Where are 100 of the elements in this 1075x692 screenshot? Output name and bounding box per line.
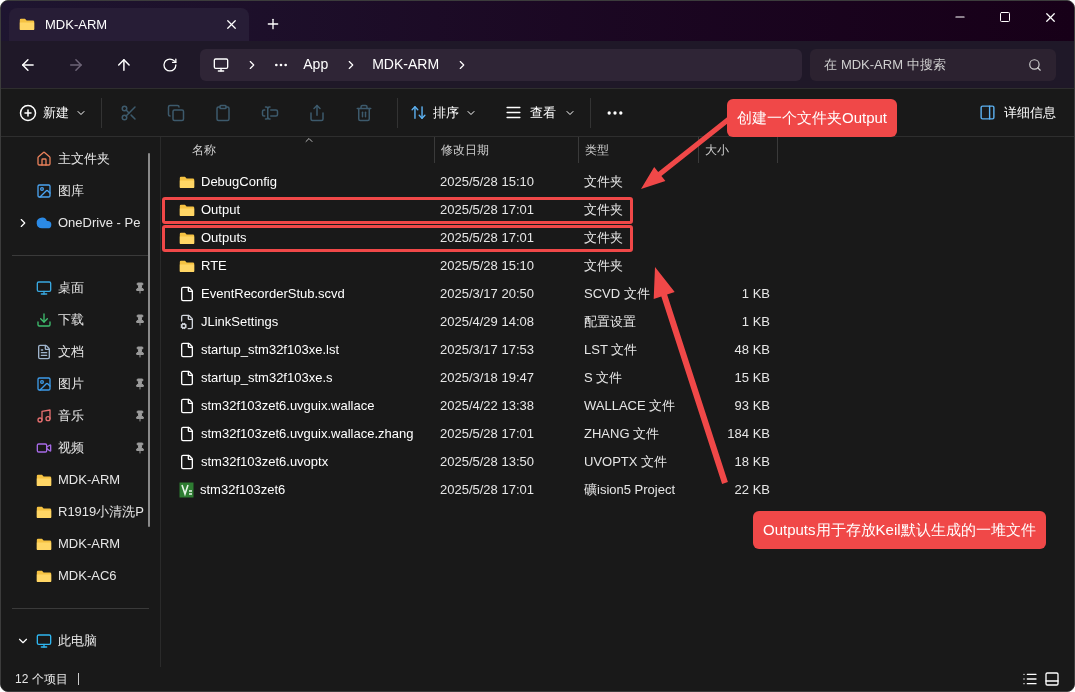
file-name[interactable]: stm32f103zet6.uvguix.wallace — [201, 396, 375, 416]
sidebar-item[interactable]: 主文件夹 — [1, 143, 160, 175]
view-icon — [505, 104, 522, 121]
table-cell-text: 2025/5/28 17:01 — [439, 425, 535, 444]
home-icon — [36, 151, 52, 167]
sidebar-item[interactable]: MDK-AC6 — [1, 560, 160, 592]
folder-icon — [36, 505, 52, 519]
new-tab-icon[interactable] — [265, 16, 281, 32]
view-button[interactable]: 查看 — [505, 102, 576, 123]
sidebar-item[interactable]: OneDrive - Pe — [1, 207, 160, 239]
sidebar-item[interactable]: 图库 — [1, 175, 160, 207]
settings-file-icon — [179, 314, 195, 330]
close-tab-icon[interactable] — [224, 17, 239, 32]
table-cell-text: 文件夹 — [583, 229, 624, 248]
file-name[interactable]: stm32f103zet6 — [200, 480, 286, 500]
details-view-icon[interactable] — [1022, 671, 1038, 687]
file-name[interactable]: DebugConfig — [201, 172, 277, 192]
sidebar-item[interactable]: 文档 — [1, 336, 160, 368]
table-cell-text: 2025/4/29 14:08 — [439, 313, 535, 332]
table-cell-text: 文件夹 — [583, 201, 624, 220]
table-cell-text: 配置设置 — [583, 313, 637, 332]
column-header[interactable]: 名称 — [172, 137, 434, 163]
sidebar-item[interactable]: 图片 — [1, 368, 160, 400]
sidebar-item[interactable]: 音乐 — [1, 400, 160, 432]
file-name[interactable]: stm32f103zet6.uvguix.wallace.zhang — [201, 424, 414, 444]
sort-icon — [410, 104, 427, 121]
file-icon — [179, 370, 195, 386]
callout: Outputs用于存放Keil默认生成的一堆文件 — [753, 511, 1046, 549]
table-cell-text: 1 KB — [740, 313, 771, 332]
table-cell-text: 2025/5/28 15:10 — [439, 257, 535, 276]
table-cell-text: 48 KB — [733, 341, 771, 360]
table-cell-text: 2025/3/17 17:53 — [439, 341, 535, 360]
table-cell-text: 文件夹 — [583, 257, 624, 276]
folder-icon — [179, 259, 195, 273]
details-button[interactable]: 详细信息 — [979, 102, 1056, 123]
file-name[interactable]: EventRecorderStub.scvd — [201, 284, 345, 304]
file-icon — [179, 286, 195, 302]
table-cell-text: 2025/5/28 17:01 — [439, 229, 535, 248]
gallery-icon — [36, 183, 52, 199]
file-name[interactable]: Output — [201, 200, 241, 220]
table-cell-text: 15 KB — [733, 369, 771, 388]
address-bar[interactable]: App MDK-ARM — [200, 48, 803, 81]
plus-icon — [19, 103, 37, 122]
cloud-icon — [36, 215, 52, 231]
file-name[interactable]: startup_stm32f103xe.s — [201, 368, 333, 388]
desktop-icon — [36, 280, 52, 296]
table-cell-text: SCVD 文件 — [583, 285, 651, 304]
sidebar-item[interactable]: R1919小清洗P — [1, 496, 160, 528]
file-icon — [179, 454, 195, 470]
breadcrumb[interactable]: MDK-ARM — [372, 54, 440, 75]
sidebar-item[interactable]: 视频 — [1, 432, 160, 464]
sidebar-item[interactable]: 此电脑 — [1, 625, 160, 657]
search-icon[interactable] — [1028, 57, 1042, 72]
breadcrumb[interactable]: App — [303, 54, 329, 75]
table-cell-text: WALLACE 文件 — [583, 397, 677, 416]
table-cell-text: 2025/3/17 20:50 — [439, 285, 535, 304]
folder-icon — [36, 569, 52, 583]
folder-icon — [179, 231, 195, 245]
picture-icon — [36, 376, 52, 392]
details-pane-icon — [979, 104, 996, 121]
folder-icon — [179, 203, 195, 217]
file-icon — [179, 342, 195, 358]
table-cell-text: 22 KB — [733, 481, 771, 500]
sidebar-item[interactable]: 桌面 — [1, 272, 160, 304]
sidebar-item[interactable]: MDK-ARM — [1, 464, 160, 496]
callout: 创建一个文件夹Output — [727, 99, 898, 137]
table-cell-text: 2025/3/18 19:47 — [439, 369, 535, 388]
table-cell-text: 184 KB — [726, 425, 771, 444]
file-icon — [179, 426, 195, 442]
scrollbar[interactable] — [148, 153, 150, 527]
table-cell-text: 1 KB — [740, 285, 771, 304]
document-icon — [36, 344, 52, 360]
sort-button[interactable]: 排序 — [410, 102, 477, 123]
refresh-icon[interactable] — [162, 56, 179, 73]
table-cell-text: S 文件 — [583, 369, 624, 388]
new-button[interactable]: 新建 — [19, 102, 87, 123]
sidebar-item[interactable]: 下载 — [1, 304, 160, 336]
table-cell-text: 2025/5/28 15:10 — [439, 173, 535, 192]
search-box[interactable]: 在 MDK-ARM 中搜索 — [810, 48, 1056, 81]
file-name[interactable]: stm32f103zet6.uvoptx — [201, 452, 329, 472]
table-cell-text: 2025/5/28 17:01 — [439, 201, 535, 220]
project-icon — [179, 482, 194, 498]
file-name[interactable]: Outputs — [201, 228, 247, 248]
folder-icon — [179, 175, 195, 189]
preview-view-icon[interactable] — [1044, 671, 1060, 687]
file-name[interactable]: RTE — [201, 256, 227, 276]
file-name[interactable]: JLinkSettings — [201, 312, 279, 332]
column-header[interactable]: 修改日期 — [434, 137, 578, 163]
item-count: 12 个项目 — [15, 671, 68, 688]
file-name[interactable]: startup_stm32f103xe.lst — [201, 340, 340, 360]
table-cell-text: 2025/5/28 17:01 — [439, 481, 535, 500]
sidebar-item[interactable]: MDK-ARM — [1, 528, 160, 560]
search-field[interactable]: 在 MDK-ARM 中搜索 — [824, 54, 1028, 75]
download-icon — [36, 312, 52, 328]
table-cell-text: 2025/5/28 13:50 — [439, 453, 535, 472]
maximize-icon[interactable] — [999, 11, 1011, 23]
folder-icon — [19, 18, 35, 31]
tab[interactable]: MDK-ARM — [9, 8, 249, 41]
table-cell-text: 礦ision5 Project — [583, 481, 677, 500]
computer-icon — [36, 633, 52, 649]
